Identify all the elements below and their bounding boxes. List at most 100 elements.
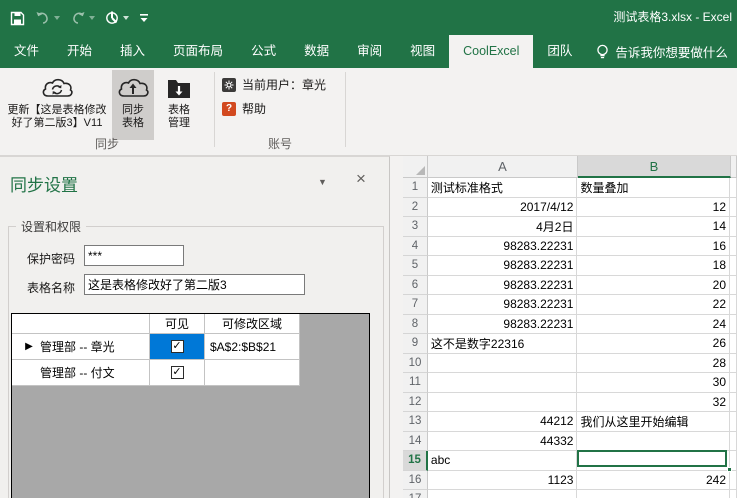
sync-table-button[interactable]: 同步 表格	[112, 70, 154, 140]
cell-C17[interactable]	[730, 490, 737, 498]
row-header-7[interactable]: 7	[403, 295, 428, 315]
chevron-down-icon[interactable]: ▼	[318, 177, 327, 187]
cell-B4[interactable]: 16	[577, 237, 730, 257]
cell-B9[interactable]: 26	[577, 334, 730, 354]
cell-C5[interactable]	[730, 256, 737, 276]
grid-visible-cell[interactable]: ✓	[150, 334, 205, 360]
cell-C8[interactable]	[730, 315, 737, 335]
row-header-9[interactable]: 9	[403, 334, 428, 354]
tell-me-box[interactable]: 告诉我你想要做什么	[586, 35, 737, 68]
cell-A5[interactable]: 98283.22231	[428, 256, 578, 276]
cell-A17[interactable]	[428, 490, 578, 498]
cell-A10[interactable]	[428, 354, 578, 374]
row-header-10[interactable]: 10	[403, 354, 428, 374]
cell-B16[interactable]: 242	[577, 471, 730, 491]
redo-icon[interactable]	[68, 8, 97, 28]
tab-5[interactable]: 数据	[290, 35, 343, 68]
row-header-15[interactable]: 15	[403, 451, 428, 471]
pane-splitter[interactable]	[391, 157, 403, 498]
touch-mode-dropdown-caret[interactable]	[123, 16, 129, 20]
grid-visible-cell[interactable]: ✓	[150, 360, 205, 386]
cell-C2[interactable]	[730, 198, 737, 218]
cell-C9[interactable]	[730, 334, 737, 354]
grid-user-cell[interactable]: ▶管理部 -- 章光	[12, 334, 150, 360]
touch-mode-icon[interactable]	[103, 8, 131, 28]
cell-B2[interactable]: 12	[577, 198, 730, 218]
row-header-4[interactable]: 4	[403, 237, 428, 257]
tab-2[interactable]: 插入	[106, 35, 159, 68]
cell-C7[interactable]	[730, 295, 737, 315]
row-header-8[interactable]: 8	[403, 315, 428, 335]
row-header-16[interactable]: 16	[403, 471, 428, 491]
cell-C10[interactable]	[730, 354, 737, 374]
cell-A14[interactable]: 44332	[428, 432, 578, 452]
row-header-5[interactable]: 5	[403, 256, 428, 276]
tab-9[interactable]: 团队	[533, 35, 586, 68]
password-input[interactable]	[84, 245, 184, 266]
cell-A16[interactable]: 1123	[428, 471, 578, 491]
row-header-14[interactable]: 14	[403, 432, 428, 452]
cell-A15[interactable]: abc	[428, 451, 578, 471]
grid-range-cell[interactable]: $A$2:$B$21	[205, 334, 300, 360]
save-icon[interactable]	[8, 8, 27, 28]
tab-3[interactable]: 页面布局	[159, 35, 237, 68]
help-button[interactable]: ? 帮助	[222, 100, 266, 117]
cell-B15[interactable]	[577, 451, 730, 471]
row-header-13[interactable]: 13	[403, 412, 428, 432]
close-icon[interactable]: ×	[356, 169, 366, 189]
undo-icon[interactable]	[33, 8, 62, 28]
cell-A4[interactable]: 98283.22231	[428, 237, 578, 257]
tab-0[interactable]: 文件	[0, 35, 53, 68]
tab-4[interactable]: 公式	[237, 35, 290, 68]
cell-C11[interactable]	[730, 373, 737, 393]
row-header-1[interactable]: 1	[403, 178, 428, 198]
cell-C3[interactable]	[730, 217, 737, 237]
cell-B7[interactable]: 22	[577, 295, 730, 315]
cell-B12[interactable]: 32	[577, 393, 730, 413]
cell-B6[interactable]: 20	[577, 276, 730, 296]
cell-C14[interactable]	[730, 432, 737, 452]
row-header-11[interactable]: 11	[403, 373, 428, 393]
cell-C4[interactable]	[730, 237, 737, 257]
tab-7[interactable]: 视图	[396, 35, 449, 68]
visible-checkbox[interactable]: ✓	[171, 366, 184, 379]
cell-B10[interactable]: 28	[577, 354, 730, 374]
row-header-3[interactable]: 3	[403, 217, 428, 237]
row-header-2[interactable]: 2	[403, 198, 428, 218]
table-name-input[interactable]	[84, 274, 305, 295]
cell-A11[interactable]	[428, 373, 578, 393]
cell-C1[interactable]	[730, 178, 737, 198]
fill-handle[interactable]	[727, 467, 732, 472]
customize-qat-icon[interactable]	[137, 8, 151, 28]
cell-A1[interactable]: 测试标准格式	[428, 178, 578, 198]
cell-A12[interactable]	[428, 393, 578, 413]
grid-range-cell[interactable]	[205, 360, 300, 386]
cell-A13[interactable]: 44212	[428, 412, 578, 432]
cell-A6[interactable]: 98283.22231	[428, 276, 578, 296]
column-header-A[interactable]: A	[428, 156, 578, 178]
cell-A7[interactable]: 98283.22231	[428, 295, 578, 315]
row-header-17[interactable]: 17	[403, 490, 428, 498]
cell-B3[interactable]: 14	[577, 217, 730, 237]
cell-A8[interactable]: 98283.22231	[428, 315, 578, 335]
undo-dropdown-caret[interactable]	[54, 16, 60, 20]
cell-A9[interactable]: 这不是数字22316	[428, 334, 578, 354]
cell-C12[interactable]	[730, 393, 737, 413]
visible-checkbox[interactable]: ✓	[171, 340, 184, 353]
cell-B5[interactable]: 18	[577, 256, 730, 276]
cell-B14[interactable]	[577, 432, 730, 452]
cell-B11[interactable]: 30	[577, 373, 730, 393]
update-table-button[interactable]: 更新【这是表格修改 好了第二版3】V11	[2, 70, 112, 140]
tab-1[interactable]: 开始	[53, 35, 106, 68]
cell-B8[interactable]: 24	[577, 315, 730, 335]
cell-A3[interactable]: 4月2日	[428, 217, 578, 237]
cell-B17[interactable]	[577, 490, 730, 498]
grid-user-cell[interactable]: 管理部 -- 付文	[12, 360, 150, 386]
column-header-B[interactable]: B	[578, 156, 731, 178]
tab-6[interactable]: 审阅	[343, 35, 396, 68]
row-header-6[interactable]: 6	[403, 276, 428, 296]
column-header-c[interactable]	[731, 156, 737, 178]
cell-C16[interactable]	[730, 471, 737, 491]
tab-coolexcel[interactable]: CoolExcel	[449, 35, 533, 68]
cell-A2[interactable]: 2017/4/12	[428, 198, 578, 218]
